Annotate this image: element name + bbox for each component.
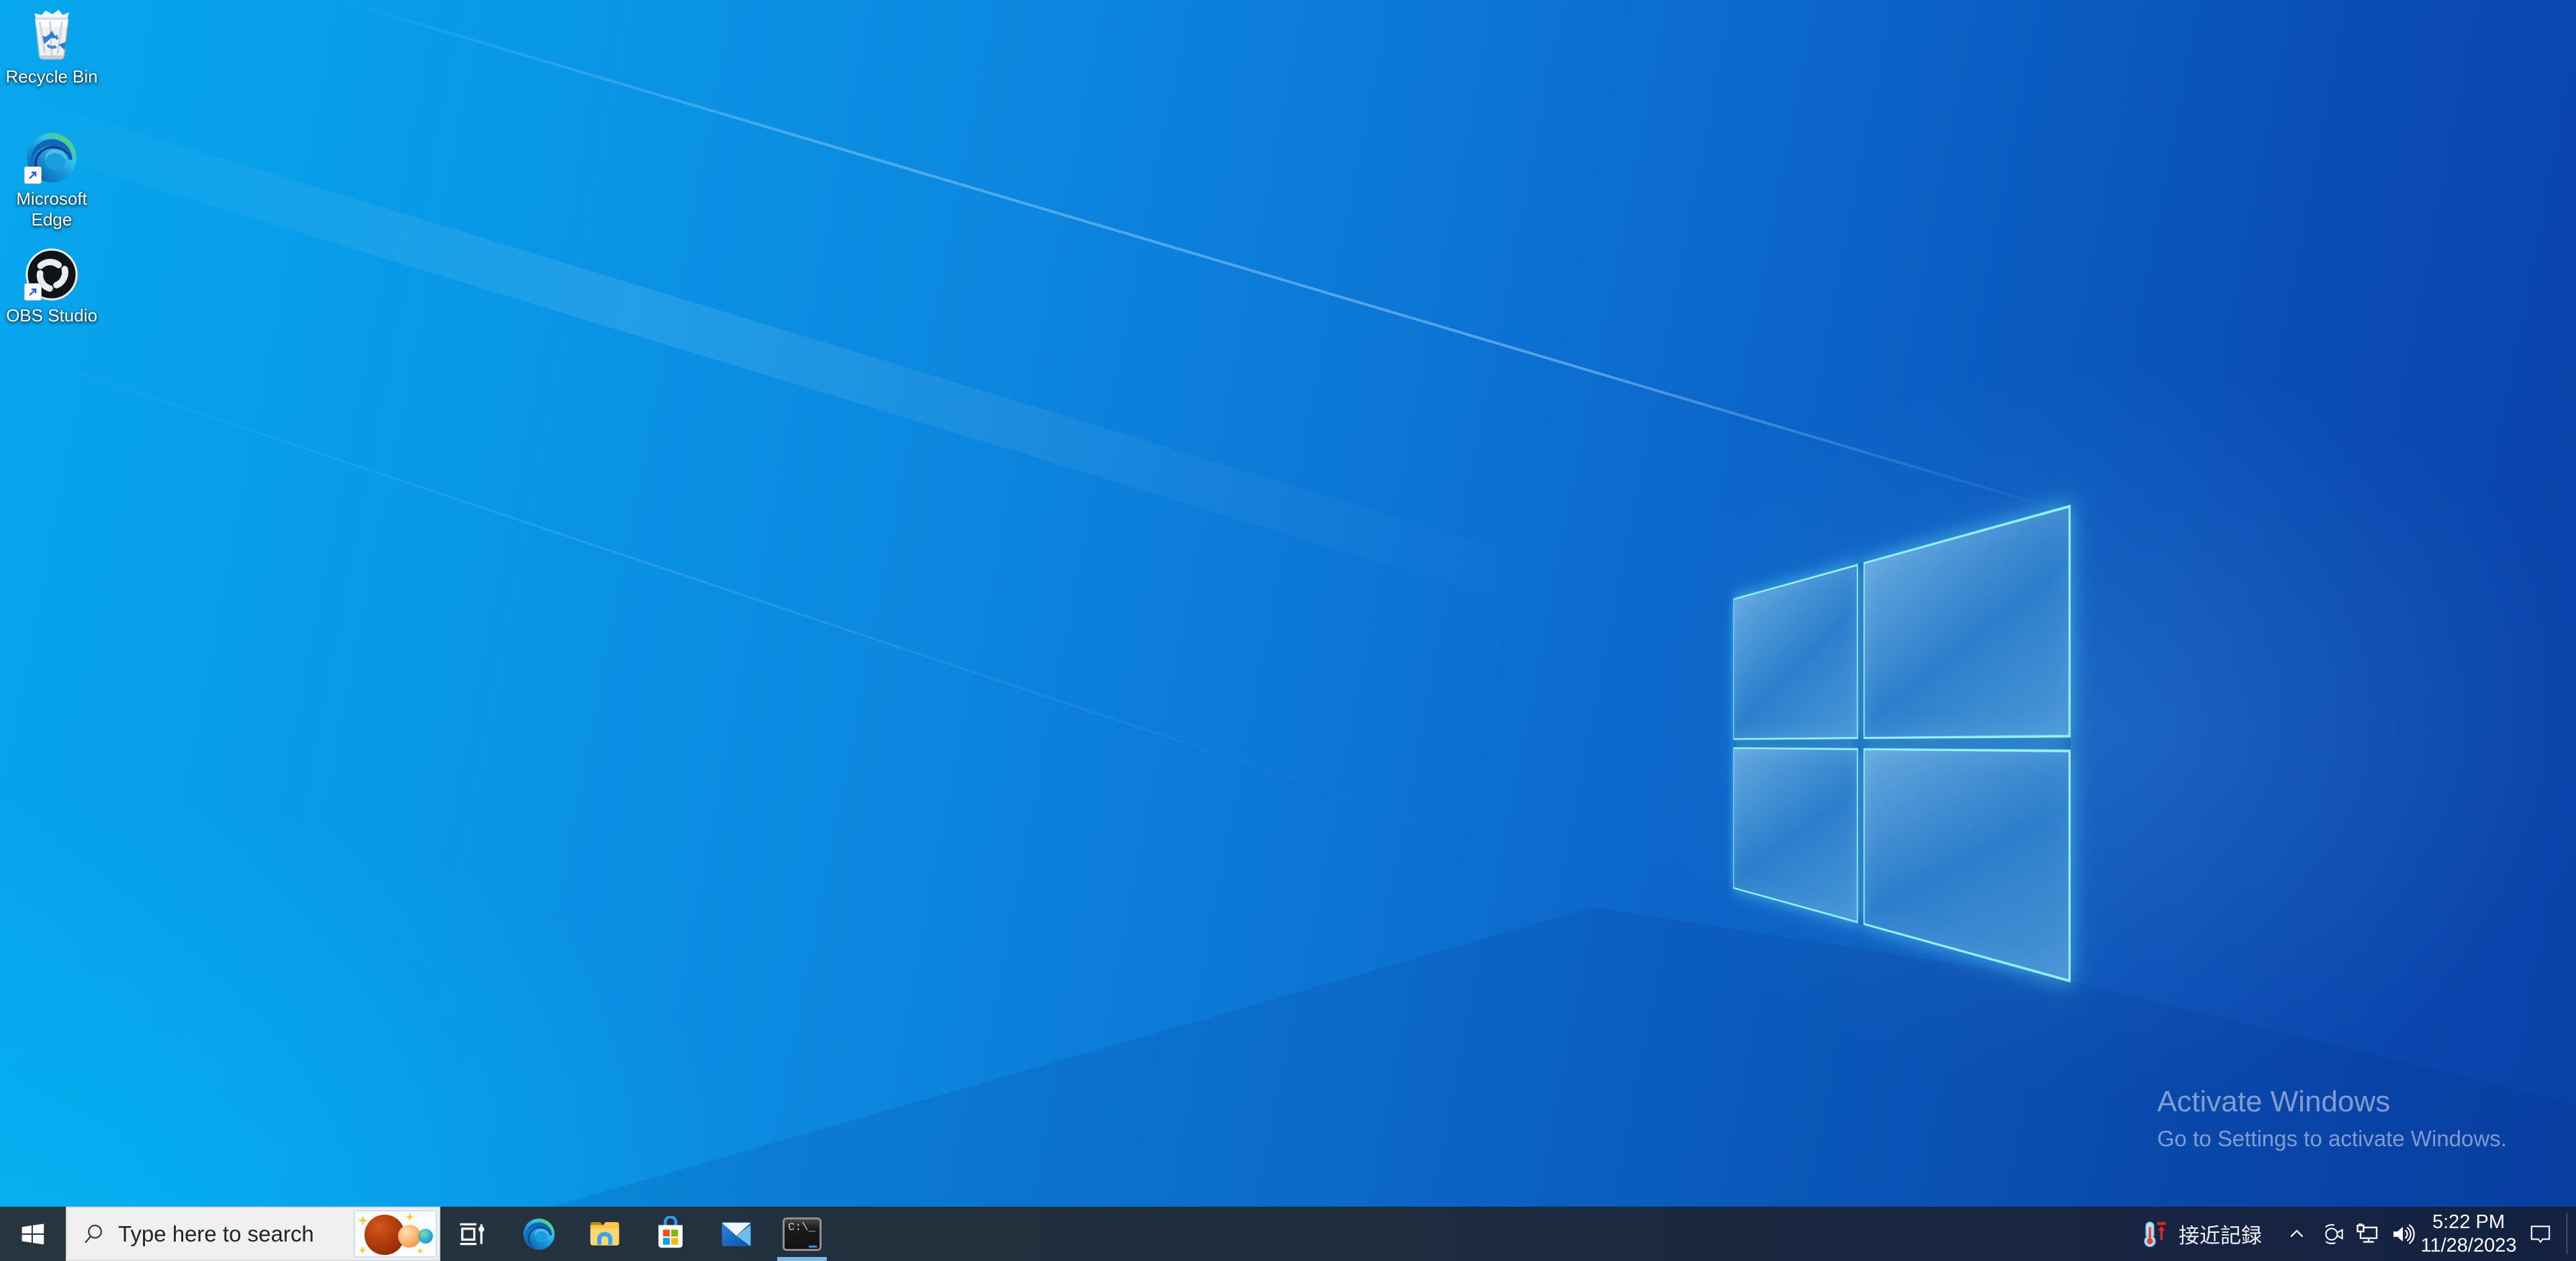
desktop-icon-microsoft-edge[interactable]: Microsoft Edge <box>3 130 101 230</box>
volume-icon <box>2389 1221 2416 1248</box>
windows-start-icon <box>19 1221 46 1248</box>
sparkle-icon <box>358 1246 366 1254</box>
chevron-up-icon <box>2287 1224 2307 1244</box>
earth-icon <box>418 1229 433 1244</box>
microsoft-store-icon <box>652 1216 689 1252</box>
planet-small-icon <box>398 1225 421 1248</box>
wallpaper-windows-logo <box>1366 505 2071 982</box>
show-desktop-button[interactable] <box>2568 1207 2576 1261</box>
news-and-interests-widget[interactable]: 接近記録 <box>2133 1207 2275 1261</box>
windows-logo-pane <box>1733 564 1858 740</box>
light-beam <box>0 81 1636 637</box>
windows-logo-pane <box>1863 505 2071 739</box>
search-placeholder: Type here to search <box>118 1221 314 1247</box>
desktop-icon-obs-studio[interactable]: OBS Studio <box>3 247 101 326</box>
news-widget-label: 接近記録 <box>2179 1219 2262 1249</box>
clock-time: 5:22 PM <box>2432 1211 2505 1234</box>
desktop: Recycle Bin Microsoft Edge <box>0 0 2576 1261</box>
meet-now-icon <box>2320 1221 2346 1247</box>
thermometer-icon <box>2141 1220 2169 1248</box>
taskbar-search[interactable]: Type here to search <box>66 1207 440 1261</box>
search-icon <box>82 1222 106 1246</box>
windows-logo-pane <box>1863 748 2071 982</box>
shortcut-arrow-icon <box>24 166 42 184</box>
watermark-subtitle: Go to Settings to activate Windows. <box>2157 1125 2507 1153</box>
edge-icon <box>24 130 79 185</box>
network-icon <box>2355 1221 2381 1248</box>
sparkle-icon <box>358 1215 368 1225</box>
tray-volume-button[interactable] <box>2385 1207 2420 1261</box>
recycle-bin-icon <box>24 8 79 63</box>
light-beam <box>0 341 1451 833</box>
desktop-icon-label: OBS Studio <box>3 305 101 326</box>
desktop-icon-label: Recycle Bin <box>3 66 101 87</box>
obs-studio-icon <box>24 247 79 302</box>
taskbar: Type here to search <box>0 1207 2576 1261</box>
taskbar-clock[interactable]: 5:22 PM 11/28/2023 <box>2419 1207 2518 1261</box>
taskbar-store-button[interactable] <box>638 1207 703 1261</box>
wallpaper-floor-shadow <box>0 0 2576 1261</box>
taskbar-edge-button[interactable] <box>506 1207 572 1261</box>
windows-logo-pane <box>1733 747 1858 923</box>
tray-network-button[interactable] <box>2350 1207 2385 1261</box>
action-center-icon <box>2528 1221 2553 1247</box>
search-daily-art[interactable] <box>354 1210 437 1258</box>
running-indicator <box>777 1257 827 1261</box>
file-explorer-icon <box>587 1216 623 1252</box>
taskbar-command-prompt-button[interactable]: C:\_ <box>769 1207 835 1261</box>
mail-icon <box>718 1216 754 1252</box>
edge-icon <box>522 1217 556 1252</box>
activation-watermark: Activate Windows Go to Settings to activ… <box>2157 1085 2507 1153</box>
clock-date: 11/28/2023 <box>2421 1234 2517 1258</box>
start-button[interactable] <box>0 1207 66 1261</box>
sparkle-icon <box>417 1248 424 1254</box>
watermark-title: Activate Windows <box>2157 1085 2507 1119</box>
tray-show-hidden-icons-button[interactable] <box>2279 1207 2314 1261</box>
shortcut-arrow-icon <box>24 283 42 301</box>
light-beam <box>315 0 2073 515</box>
command-prompt-icon-accent <box>809 1246 817 1248</box>
command-prompt-icon-text: C:\_ <box>788 1221 815 1234</box>
desktop-icon-label: Microsoft Edge <box>3 189 101 230</box>
task-view-button[interactable] <box>440 1207 506 1261</box>
command-prompt-icon: C:\_ <box>783 1217 822 1251</box>
taskbar-mail-button[interactable] <box>703 1207 769 1261</box>
sparkle-icon <box>405 1213 414 1221</box>
task-view-icon <box>456 1217 491 1252</box>
desktop-icon-recycle-bin[interactable]: Recycle Bin <box>3 8 101 87</box>
taskbar-file-explorer-button[interactable] <box>572 1207 638 1261</box>
tray-meet-now-button[interactable] <box>2316 1207 2350 1261</box>
action-center-button[interactable] <box>2518 1207 2563 1261</box>
